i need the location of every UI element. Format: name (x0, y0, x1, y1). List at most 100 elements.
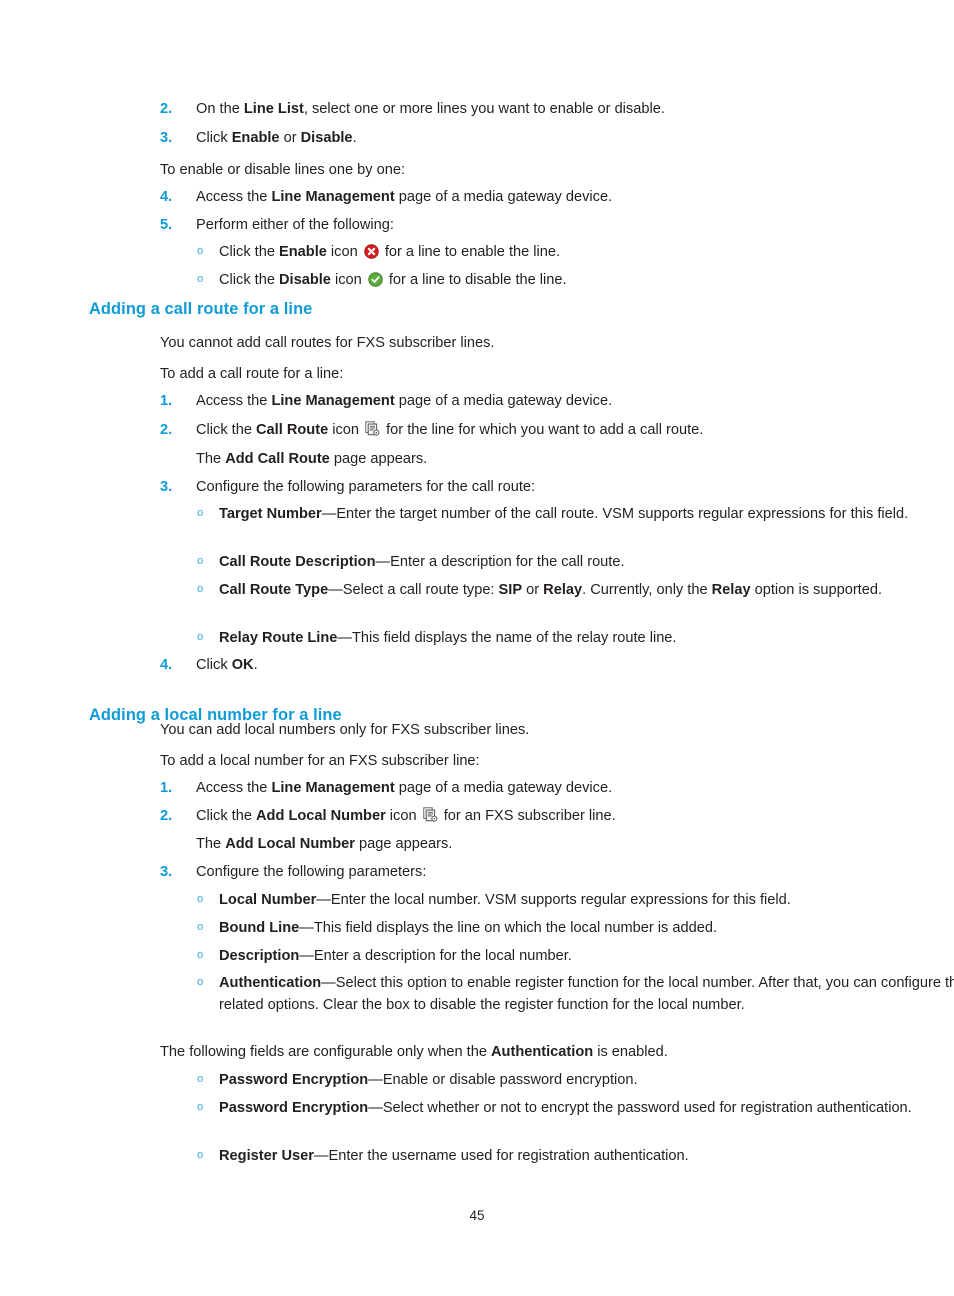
list-item-text: Bound Line—This field displays the line … (219, 917, 954, 939)
emphasis-bound-line: Bound Line (219, 920, 300, 936)
list-item-text: Password Encryption—Select whether or no… (219, 1097, 954, 1119)
text-run: Click the (219, 272, 280, 288)
text-run: —Enter the target number of the call rou… (321, 506, 909, 522)
emphasis-add-local-number: Add Local Number (225, 836, 355, 852)
emphasis-password-encryption: Password Encryption (219, 1072, 369, 1088)
circle-bullet-marker: o (197, 631, 204, 643)
list-marker: 3. (160, 130, 173, 146)
text-run: or (522, 582, 544, 598)
list-item-text: Perform either of the following: (196, 217, 394, 233)
emphasis-register-user: Register User (219, 1148, 314, 1164)
circle-bullet-marker: o (197, 273, 204, 285)
list-item-text: Click the Call Route icon for the line f… (196, 419, 954, 441)
emphasis-call-route: Call Route (256, 422, 329, 438)
emphasis-ok: OK (231, 657, 254, 673)
text-run: for the line for which you want to add a… (382, 422, 704, 438)
emphasis-local-number: Local Number (219, 892, 317, 908)
text-run: is enabled. (593, 1044, 668, 1060)
text-run: Click (196, 130, 232, 146)
circle-bullet-marker: o (197, 245, 204, 257)
paragraph-authentication-note: The following fields are configurable on… (0, 1041, 954, 1063)
list-item-text: Call Route Description—Enter a descripti… (219, 551, 954, 573)
list-marker: 2. (160, 101, 173, 117)
ordered-list-item: 4. Access the Line Management page of a … (0, 186, 954, 208)
list-item-text: On the Line List, select one or more lin… (196, 98, 954, 120)
circle-bullet-marker: o (197, 507, 204, 519)
emphasis-line-management: Line Management (271, 780, 395, 796)
ordered-list-item: 3. Click Enable or Disable. (0, 127, 954, 149)
text-run: for a line to enable the line. (380, 244, 561, 260)
text-run: Click (196, 657, 232, 673)
text-run: Access the (196, 780, 272, 796)
text-run: page of a media gateway device. (394, 393, 613, 409)
unordered-list-item: o Bound Line—This field displays the lin… (0, 917, 954, 939)
error-red-x-icon (364, 244, 379, 259)
unordered-list-item: o Call Route Type—Select a call route ty… (0, 579, 954, 601)
list-marker: 2. (160, 808, 173, 824)
call-route-pages-icon (365, 421, 380, 437)
list-marker: 5. (160, 217, 173, 233)
paragraph-call-route-note: You cannot add call routes for FXS subsc… (160, 335, 495, 351)
text-run: page of a media gateway device. (394, 780, 613, 796)
paragraph-add-local-number-appears: The Add Local Number page appears. (0, 833, 954, 855)
list-item-text: Local Number—Enter the local number. VSM… (219, 889, 954, 911)
text-run: —This field displays the name of the rel… (337, 630, 677, 646)
unordered-list-item: o Register User—Enter the username used … (0, 1145, 954, 1167)
circle-bullet-marker: o (197, 949, 204, 961)
list-marker: 1. (160, 780, 173, 796)
text-run: Click the (196, 422, 257, 438)
circle-bullet-marker: o (197, 893, 204, 905)
text-run: Click the (219, 244, 280, 260)
text-run: On the (196, 101, 244, 117)
text-run: icon (385, 808, 421, 824)
list-item-text: Target Number—Enter the target number of… (219, 503, 954, 525)
text-run: Access the (196, 189, 272, 205)
ordered-list-item: 3. Configure the following parameters: (0, 861, 954, 883)
paragraph-enable-disable-one-by-one: To enable or disable lines one by one: (160, 162, 406, 178)
text-run: —Select this option to enable register f… (219, 975, 954, 1014)
unordered-list-item: o Click the Enable icon for a line to en… (0, 241, 954, 263)
text-run: option is supported. (750, 582, 883, 598)
circle-bullet-marker: o (197, 1149, 204, 1161)
list-item-text: Access the Line Management page of a med… (196, 186, 954, 208)
emphasis-call-route-type: Call Route Type (219, 582, 329, 598)
text-run: page of a media gateway device. (394, 189, 613, 205)
unordered-list-item: o Local Number—Enter the local number. V… (0, 889, 954, 911)
text-run: . (253, 657, 258, 673)
unordered-list-item: o Click the Disable icon for a line to d… (0, 269, 954, 291)
emphasis-authentication: Authentication (491, 1044, 594, 1060)
list-item-text: Authentication—Select this option to ena… (219, 972, 954, 1016)
list-item-text: Click the Enable icon for a line to enab… (219, 241, 954, 263)
list-marker: 4. (160, 657, 173, 673)
emphasis-relay-2: Relay (711, 582, 751, 598)
unordered-list-item: o Call Route Description—Enter a descrip… (0, 551, 954, 573)
ordered-list-item: 2. Click the Add Local Number icon for a… (0, 805, 954, 827)
emphasis-enable: Enable (279, 244, 327, 260)
circle-bullet-marker: o (197, 1073, 204, 1085)
text-run: page appears. (329, 451, 428, 467)
add-local-number-pages-icon (422, 807, 438, 823)
page-number: 45 (469, 1208, 485, 1223)
emphasis-disable: Disable (300, 130, 353, 146)
emphasis-line-list: Line List (243, 101, 304, 117)
text-run: . (352, 130, 357, 146)
text-run: . Currently, only the (582, 582, 712, 598)
ordered-list-item: 1. Access the Line Management page of a … (0, 777, 954, 799)
text-run: page appears. (354, 836, 453, 852)
list-item-text: Register User—Enter the username used fo… (219, 1145, 954, 1167)
emphasis-add-local-number: Add Local Number (256, 808, 386, 824)
circle-bullet-marker: o (197, 976, 204, 988)
emphasis-description: Description (219, 948, 300, 964)
paragraph-local-number-note: You can add local numbers only for FXS s… (160, 722, 530, 738)
list-item-text: Click the Disable icon for a line to dis… (219, 269, 954, 291)
ordered-list-item: 5. Perform either of the following: (0, 214, 954, 236)
text-run: Click the (196, 808, 257, 824)
unordered-list-item: o Relay Route Line—This field displays t… (0, 627, 954, 649)
emphasis-sip: SIP (498, 582, 523, 598)
section-heading-add-call-route: Adding a call route for a line (89, 300, 313, 318)
list-item-text: Password Encryption—Enable or disable pa… (219, 1069, 954, 1091)
paragraph-local-number-intro: To add a local number for an FXS subscri… (160, 753, 480, 769)
emphasis-call-route-description: Call Route Description (219, 554, 376, 570)
list-marker: 3. (160, 864, 173, 880)
text-run: The following fields are configurable on… (160, 1044, 491, 1060)
